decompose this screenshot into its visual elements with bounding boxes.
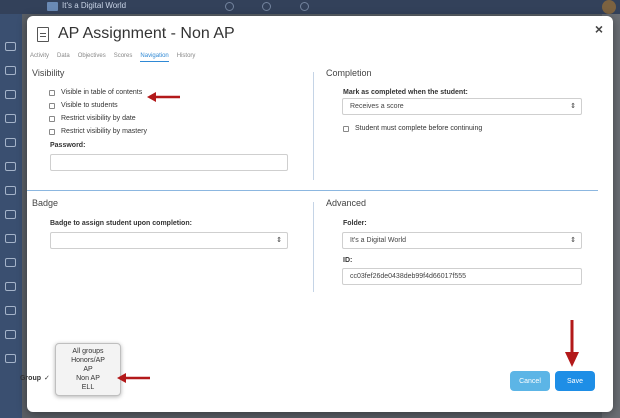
- visibility-heading: Visibility: [32, 68, 65, 78]
- group-option-non-ap-label: Non AP: [76, 375, 100, 382]
- group-option-all[interactable]: All groups: [56, 347, 120, 356]
- checkmark-icon: ✓: [44, 375, 50, 382]
- tab-scores[interactable]: Scores: [114, 53, 133, 62]
- sidebar-icon: [5, 66, 16, 75]
- must-complete-checkbox[interactable]: [343, 125, 349, 132]
- visible-students-label: Visible to students: [61, 102, 118, 109]
- visible-students-option[interactable]: Visible to students: [49, 102, 118, 109]
- close-icon[interactable]: ×: [595, 21, 603, 37]
- modal-title: AP Assignment - Non AP: [58, 25, 235, 42]
- visible-toc-checkbox[interactable]: [49, 89, 55, 96]
- restrict-date-checkbox[interactable]: [49, 115, 55, 122]
- column-divider: [313, 202, 314, 292]
- tab-bar: Activity Data Objectives Scores Navigati…: [30, 53, 195, 62]
- tab-objectives[interactable]: Objectives: [78, 53, 106, 62]
- avatar: [602, 0, 616, 14]
- modal-header: AP Assignment - Non AP: [37, 25, 235, 43]
- must-complete-option[interactable]: Student must complete before continuing: [343, 125, 482, 132]
- tab-history[interactable]: History: [177, 53, 196, 62]
- mark-completed-value: Receives a score: [350, 103, 404, 110]
- advanced-heading: Advanced: [326, 198, 367, 208]
- password-input[interactable]: [50, 154, 288, 171]
- mark-completed-label: Mark as completed when the student:: [343, 89, 468, 96]
- sidebar-icon: [5, 42, 16, 51]
- restrict-mastery-checkbox[interactable]: [49, 128, 55, 135]
- group-option-ap[interactable]: AP: [56, 365, 120, 374]
- tab-activity[interactable]: Activity: [30, 53, 49, 62]
- group-option-non-ap[interactable]: ✓ Non AP: [44, 374, 120, 383]
- completion-heading: Completion: [326, 68, 372, 78]
- save-button[interactable]: Save: [555, 371, 595, 391]
- group-option-ell[interactable]: ELL: [56, 383, 120, 392]
- document-icon: [37, 26, 49, 42]
- tab-data[interactable]: Data: [57, 53, 70, 62]
- must-complete-label: Student must complete before continuing: [355, 125, 483, 132]
- sidebar-icon: [5, 354, 16, 363]
- annotation-arrow-left: [147, 92, 180, 102]
- column-divider: [313, 72, 314, 180]
- group-option-honors-ap[interactable]: Honors/AP: [56, 356, 120, 365]
- sidebar-icon: [5, 234, 16, 243]
- group-dropdown-menu[interactable]: All groups Honors/AP AP ✓ Non AP ELL: [44, 343, 121, 396]
- sidebar-icon: [5, 258, 16, 267]
- mark-completed-select[interactable]: Receives a score ⇕: [342, 98, 582, 115]
- background-app-title: It's a Digital World: [62, 1, 127, 10]
- visible-toc-label: Visible in table of contents: [61, 89, 143, 96]
- sidebar-icon: [5, 330, 16, 339]
- folder-select[interactable]: It's a Digital World ⇕: [342, 232, 582, 249]
- folder-select-value: It's a Digital World: [350, 237, 407, 244]
- badge-assign-label: Badge to assign student upon completion:: [50, 220, 192, 227]
- id-label: ID:: [343, 257, 353, 264]
- visible-toc-option[interactable]: Visible in table of contents: [49, 89, 142, 96]
- nav-icon: [300, 2, 309, 11]
- group-label: Group: [20, 375, 41, 382]
- nav-icon: [225, 2, 234, 11]
- nav-icon: [262, 2, 271, 11]
- sidebar-icon: [5, 210, 16, 219]
- updown-chevron-icon: ⇕: [276, 237, 282, 244]
- sidebar-icon: [5, 90, 16, 99]
- restrict-mastery-option[interactable]: Restrict visibility by mastery: [49, 128, 147, 135]
- sidebar-icon: [5, 114, 16, 123]
- updown-chevron-icon: ⇕: [570, 237, 576, 244]
- updown-chevron-icon: ⇕: [570, 103, 576, 110]
- restrict-mastery-label: Restrict visibility by mastery: [61, 128, 147, 135]
- sidebar-icon: [5, 186, 16, 195]
- restrict-date-label: Restrict visibility by date: [61, 115, 136, 122]
- badge-select[interactable]: ⇕: [50, 232, 288, 249]
- background-sidebar: [0, 14, 22, 418]
- annotation-arrow-left: [117, 373, 150, 383]
- folder-label: Folder:: [343, 220, 367, 227]
- app-logo-icon: [47, 2, 58, 11]
- sidebar-icon: [5, 162, 16, 171]
- sidebar-icon: [5, 138, 16, 147]
- cancel-button[interactable]: Cancel: [510, 371, 550, 391]
- password-label: Password:: [50, 142, 86, 149]
- assignment-modal: × AP Assignment - Non AP Activity Data O…: [20, 16, 613, 412]
- tab-navigation[interactable]: Navigation: [140, 53, 169, 62]
- sidebar-icon: [5, 306, 16, 315]
- annotation-arrow-down: [565, 320, 579, 367]
- section-divider: [27, 190, 598, 191]
- background-topbar: It's a Digital World: [0, 0, 620, 14]
- visible-students-checkbox[interactable]: [49, 102, 55, 109]
- restrict-date-option[interactable]: Restrict visibility by date: [49, 115, 136, 122]
- sidebar-icon: [5, 282, 16, 291]
- badge-heading: Badge: [32, 198, 59, 208]
- id-input[interactable]: cc03fef26de0438deb99f4d66017f555: [342, 268, 582, 285]
